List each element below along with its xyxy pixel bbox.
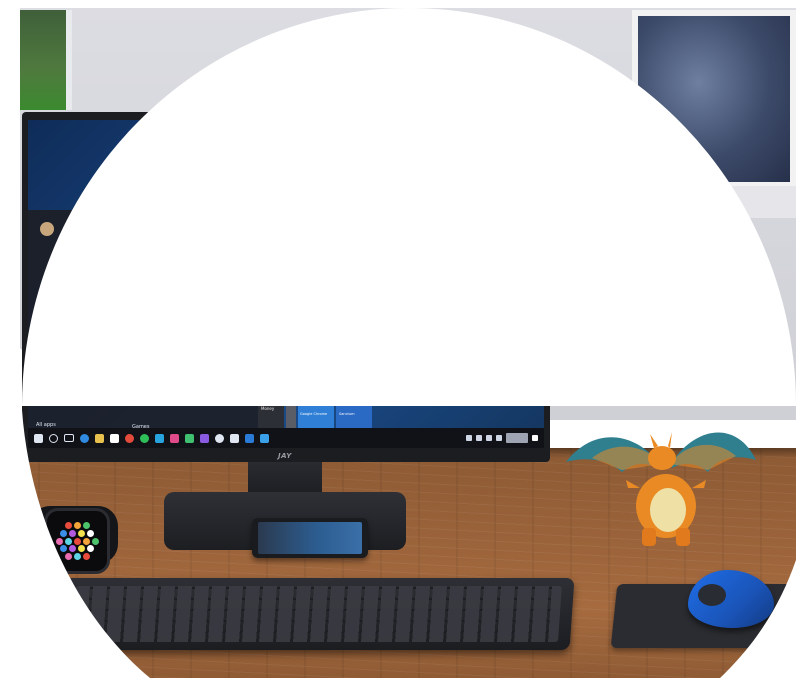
vignette-corner-bottom-left: [0, 330, 150, 678]
vignette-corner-top-left: [0, 0, 20, 340]
desk-photo: All apps Games Money Google Chrome Sanct…: [0, 0, 796, 678]
vignette-corner-bottom-right: [720, 560, 796, 678]
vignette-mask: [0, 0, 796, 678]
vignette-strip-top: [0, 0, 796, 8]
